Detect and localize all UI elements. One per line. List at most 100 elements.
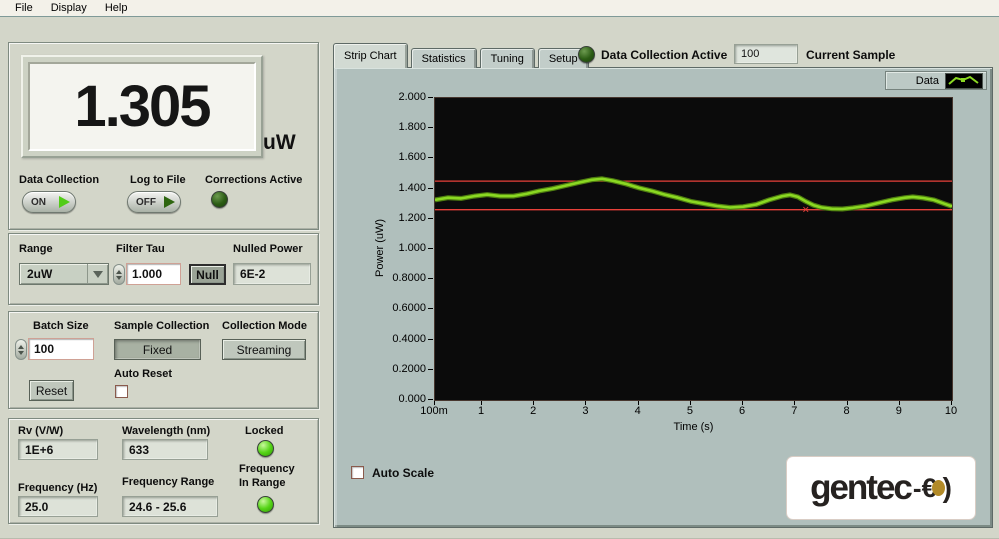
y-axis-tick-label: 0.8000 xyxy=(366,272,426,284)
y-axis-tick-mark xyxy=(428,97,433,98)
tab-tuning[interactable]: Tuning xyxy=(480,48,535,68)
batch-size-label: Batch Size xyxy=(33,320,89,332)
filter-tau-stepper[interactable] xyxy=(113,264,125,285)
batch-size-field[interactable]: 100 xyxy=(28,338,94,360)
frequency-range-indicator: 24.6 - 25.6 xyxy=(122,496,218,517)
filter-tau-value: 1.000 xyxy=(132,267,162,281)
tab-statistics[interactable]: Statistics xyxy=(411,48,477,68)
menu-help[interactable]: Help xyxy=(96,1,137,15)
current-sample-indicator: 100 xyxy=(734,44,798,64)
rv-label: Rv (V/W) xyxy=(18,425,63,437)
on-arrow-icon xyxy=(59,196,70,208)
x-axis-tick-mark xyxy=(585,401,586,405)
cursor-marker-icon[interactable]: × xyxy=(802,202,809,216)
log-to-file-state: OFF xyxy=(136,197,161,208)
sample-collection-button[interactable]: Fixed xyxy=(114,339,201,360)
x-axis-tick-mark xyxy=(847,401,848,405)
power-display: 1.305 xyxy=(28,62,256,151)
logo-dash: - xyxy=(913,473,922,504)
sample-collection-value: Fixed xyxy=(143,343,172,357)
frequency-range-value: 24.6 - 25.6 xyxy=(129,500,186,514)
auto-scale-checkbox[interactable] xyxy=(351,466,364,479)
power-unit: uW xyxy=(263,131,296,155)
y-axis-tick-mark xyxy=(428,369,433,370)
filter-tau-field[interactable]: 1.000 xyxy=(126,263,181,285)
y-axis-tick-label: 0.6000 xyxy=(366,302,426,314)
data-collection-toggle[interactable]: ON xyxy=(22,191,76,213)
collection-mode-value: Streaming xyxy=(237,343,292,357)
y-axis-tick-label: 0.4000 xyxy=(366,333,426,345)
x-axis-tick-label: 9 xyxy=(879,405,919,417)
x-axis-tick-mark xyxy=(481,401,482,405)
x-axis-tick-mark xyxy=(899,401,900,405)
corrections-active-led xyxy=(211,191,228,208)
wavelength-indicator: 633 xyxy=(122,439,208,460)
null-button[interactable]: Null xyxy=(189,264,226,285)
strip-chart-plot: × xyxy=(434,97,953,401)
reset-button-label: Reset xyxy=(36,384,67,398)
chevron-down-icon xyxy=(93,271,103,278)
tab-strip-chart[interactable]: Strip Chart xyxy=(333,43,408,68)
menu-display[interactable]: Display xyxy=(42,1,96,15)
batch-panel: Batch Size Sample Collection Collection … xyxy=(8,311,319,409)
log-to-file-toggle[interactable]: OFF xyxy=(127,191,181,213)
dropdown-arrow-button[interactable] xyxy=(87,264,108,284)
frequency-range-label: Frequency Range xyxy=(122,476,214,488)
current-sample-label: Current Sample xyxy=(806,48,895,62)
y-axis-tick-label: 1.200 xyxy=(366,212,426,224)
spinner-up-icon xyxy=(116,270,122,274)
sensor-panel: Rv (V/W) Wavelength (nm) Locked 1E+6 633… xyxy=(8,418,319,524)
reset-button[interactable]: Reset xyxy=(29,380,74,401)
frequency-indicator: 25.0 xyxy=(18,496,98,517)
log-to-file-label: Log to File xyxy=(130,174,186,186)
nulled-power-label: Nulled Power xyxy=(233,243,303,255)
spinner-down-icon xyxy=(116,276,122,280)
legend-trace-icon xyxy=(945,73,983,89)
locked-led xyxy=(257,440,274,457)
data-collection-active-led xyxy=(578,46,595,63)
x-axis-tick-mark xyxy=(434,401,435,405)
y-axis-tick-mark xyxy=(428,188,433,189)
y-axis-tick-mark xyxy=(428,127,433,128)
batch-size-stepper[interactable] xyxy=(15,339,27,360)
x-axis-ticks: 100m12345678910 xyxy=(434,401,953,419)
frequency-label: Frequency (Hz) xyxy=(18,482,97,494)
y-axis-tick-label: 1.000 xyxy=(366,242,426,254)
x-axis-tick-label: 6 xyxy=(722,405,762,417)
wavelength-label: Wavelength (nm) xyxy=(122,425,210,437)
power-display-frame: 1.305 xyxy=(21,55,263,158)
chart-legend[interactable]: Data xyxy=(885,71,987,90)
x-axis-tick-mark xyxy=(533,401,534,405)
menu-bar: FileDisplayHelp xyxy=(0,0,999,17)
y-axis-ticks: 2.0001.8001.6001.4001.2001.0000.80000.60… xyxy=(386,97,433,399)
batch-size-value: 100 xyxy=(34,342,54,356)
frequency-value: 25.0 xyxy=(25,500,48,514)
x-axis-tick-mark xyxy=(690,401,691,405)
menu-file[interactable]: File xyxy=(6,1,42,15)
data-collection-state: ON xyxy=(31,197,56,208)
null-button-label: Null xyxy=(196,268,219,282)
x-axis-tick-label: 3 xyxy=(565,405,605,417)
x-axis-tick-label: 5 xyxy=(670,405,710,417)
auto-reset-label: Auto Reset xyxy=(114,368,172,380)
spinner-up-icon xyxy=(18,345,24,349)
auto-reset-checkbox[interactable] xyxy=(115,385,128,398)
frequency-in-range-led xyxy=(257,496,274,513)
range-panel: Range Filter Tau Nulled Power 2uW 1.000 … xyxy=(8,233,319,305)
data-collection-label: Data Collection xyxy=(19,174,99,186)
x-axis-tick-mark xyxy=(951,401,952,405)
data-collection-active-label: Data Collection Active xyxy=(601,48,727,62)
collection-mode-button[interactable]: Streaming xyxy=(222,339,306,360)
x-axis-tick-label: 2 xyxy=(513,405,553,417)
y-axis-tick-label: 1.600 xyxy=(366,151,426,163)
corrections-active-label: Corrections Active xyxy=(205,174,302,186)
gentec-logo: gentec - € ) xyxy=(786,456,976,520)
logo-paren: ) xyxy=(943,472,952,504)
rv-indicator: 1E+6 xyxy=(18,439,98,460)
sample-collection-label: Sample Collection xyxy=(114,320,209,332)
range-select[interactable]: 2uW xyxy=(19,263,109,285)
rv-value: 1E+6 xyxy=(25,443,53,457)
current-sample-value: 100 xyxy=(741,48,759,60)
y-axis-tick-mark xyxy=(428,157,433,158)
x-axis-tick-mark xyxy=(742,401,743,405)
